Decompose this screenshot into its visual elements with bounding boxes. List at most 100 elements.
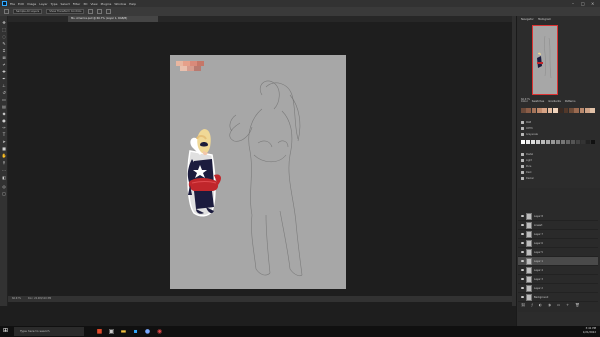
swatch-cell[interactable] [570,140,576,144]
menu-3d[interactable]: 3D [83,2,87,6]
tab-navigator[interactable]: Navigator [521,18,534,23]
layer-row[interactable]: Layer 6 [518,239,598,248]
photoshop-taskbar-icon[interactable]: ▪ [132,328,139,335]
link-icon[interactable]: ⛓ [521,303,525,309]
stamp-tool-icon[interactable]: ⊥ [2,83,7,88]
swatch-cell[interactable] [560,140,566,144]
swatch-cell[interactable] [535,140,541,144]
lasso-tool-icon[interactable]: ◌ [2,34,7,39]
quick-mask-icon[interactable]: ◎ [2,184,7,189]
layer-row[interactable]: Layer 5 [518,248,598,257]
trash-icon[interactable]: 🗑 [575,303,579,309]
canvas[interactable] [170,55,346,289]
swatch-cell[interactable] [584,108,590,113]
gradient-tool-icon[interactable]: ▤ [2,104,7,109]
path-select-icon[interactable]: ➤ [2,139,7,144]
tab-histogram[interactable]: Histogram [538,18,551,23]
menu-type[interactable]: Type [51,2,58,6]
quick-select-tool-icon[interactable]: ✎ [2,41,7,46]
frame-tool-icon[interactable]: ⊠ [2,55,7,60]
menu-layer[interactable]: Layer [39,2,47,6]
auto-select-dropdown[interactable]: Sample All Layers [13,9,43,14]
history-brush-icon[interactable]: ↺ [2,90,7,95]
visibility-eye-icon[interactable] [521,278,524,280]
swatch-cell[interactable] [590,108,595,113]
menu-window[interactable]: Window [114,2,126,6]
swatch-cell[interactable] [550,140,556,144]
swatch-cell[interactable] [565,140,571,144]
swatch-cell[interactable] [552,108,558,113]
move-tool-icon[interactable]: ✥ [2,20,7,25]
layer-row[interactable]: Layer 8 [518,212,598,221]
layer-row[interactable]: Layer 4 [518,266,598,275]
menu-filter[interactable]: Filter [73,2,80,6]
swatch-cell[interactable] [547,108,553,113]
swatch-cell[interactable] [531,108,537,113]
visibility-eye-icon[interactable] [521,224,524,226]
swatch-cell[interactable] [568,108,574,113]
new-layer-icon[interactable]: + [566,303,569,309]
swatch-cell[interactable] [555,140,561,144]
swatch-folder-light[interactable]: Light [521,158,551,163]
swatch-cell[interactable] [563,108,569,113]
swatch-cell[interactable] [521,140,526,144]
tab-swatches[interactable]: Swatches [532,100,544,105]
maximize-icon[interactable]: □ [581,1,585,6]
visibility-eye-icon[interactable] [521,260,524,262]
swatch-cell[interactable] [530,140,536,144]
taskbar-search[interactable]: Type here to search [14,327,84,336]
visibility-eye-icon[interactable] [521,215,524,217]
marquee-tool-icon[interactable]: ⬚ [2,27,7,32]
obs-icon[interactable]: ◉ [156,328,163,335]
screen-mode-icon[interactable]: ▢ [2,191,7,196]
brush-tool-icon[interactable]: ✒ [2,76,7,81]
windows-start-icon[interactable]: ⊞ [3,328,9,334]
clock[interactable]: 3:41 PM 1/21/2022 [583,327,596,335]
menu-view[interactable]: View [90,2,97,6]
eyedropper-tool-icon[interactable]: ⌿ [2,62,7,67]
visibility-eye-icon[interactable] [521,242,524,244]
menu-plugins[interactable]: Plugins [101,2,112,6]
swatch-cell[interactable] [536,108,542,113]
task-view-icon[interactable]: ▣ [108,328,115,335]
close-icon[interactable]: × [591,1,594,6]
swatch-cell[interactable] [542,108,548,113]
group-icon[interactable]: ▭ [557,303,560,309]
discord-icon[interactable]: ● [144,328,151,335]
layer-row[interactable]: Background [518,293,598,302]
menu-file[interactable]: File [10,2,15,6]
pen-tool-icon[interactable]: ✑ [2,125,7,130]
swatch-cell[interactable] [525,140,531,144]
gray-swatches[interactable] [521,140,595,148]
swatch-cell[interactable] [574,108,580,113]
swatch-cell[interactable] [521,108,526,113]
swatch-folder-grayscale[interactable]: Grayscale [521,132,551,137]
layer-row[interactable]: Layer 3 [518,275,598,284]
align-left-icon[interactable] [88,9,94,14]
rectangle-tool-icon[interactable]: ■ [2,146,7,151]
swatch-cell[interactable] [579,108,585,113]
transform-controls-checkbox[interactable]: Show Transform Controls [46,9,85,14]
swatch-cell[interactable] [580,140,586,144]
swatch-folder-dark[interactable]: Dark [521,170,551,175]
eraser-tool-icon[interactable]: ▭ [2,97,7,102]
navigator-zoom[interactable]: 66.67% [521,98,530,101]
swatch-cell[interactable] [590,140,595,144]
visibility-eye-icon[interactable] [521,251,524,253]
zoom-level[interactable]: 66.67% [12,297,21,300]
hand-tool-icon[interactable]: ✋ [2,153,7,158]
healing-brush-icon[interactable]: ✚ [2,69,7,74]
menu-select[interactable]: Select [61,2,70,6]
visibility-eye-icon[interactable] [521,233,524,235]
zoom-tool-icon[interactable]: ⚲ [2,160,7,165]
layer-row[interactable]: Layer 2 [518,284,598,293]
tab-patterns[interactable]: Patterns [565,100,576,105]
minimize-icon[interactable]: – [572,1,574,6]
swatch-folder-rgb[interactable]: RGB [521,120,551,125]
align-center-icon[interactable] [97,9,103,14]
menu-image[interactable]: Image [27,2,36,6]
fx-icon[interactable]: ƒ [531,303,532,309]
visibility-eye-icon[interactable] [521,287,524,289]
file-explorer-icon[interactable]: ▬ [120,328,127,335]
type-tool-icon[interactable]: T [2,132,7,137]
